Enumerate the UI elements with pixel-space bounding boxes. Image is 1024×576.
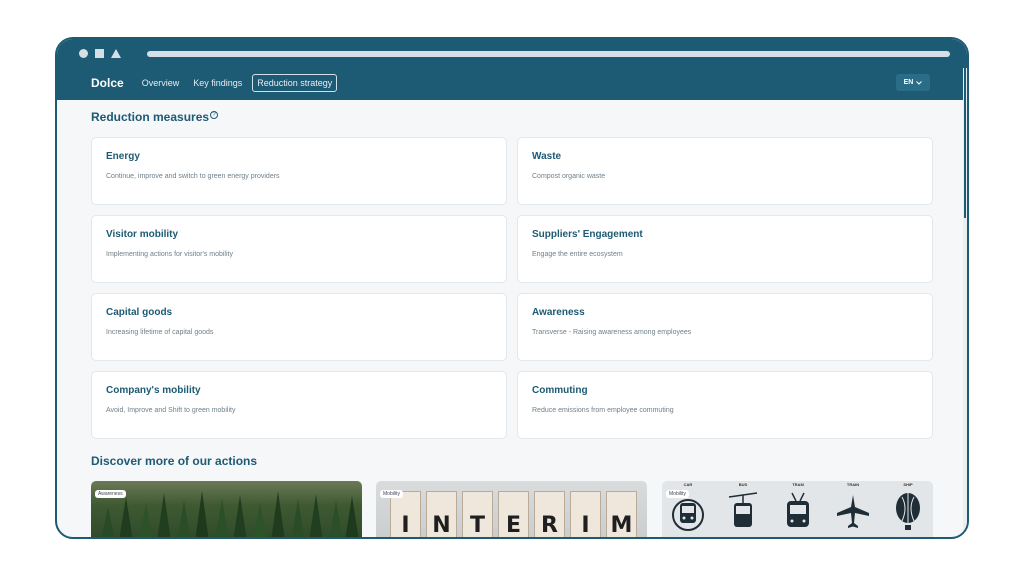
card-title: Awareness	[532, 307, 585, 318]
letter-block: N	[426, 491, 457, 537]
action-tile-forest[interactable]: Awareness	[91, 481, 362, 537]
tile-badge: Mobility	[380, 490, 403, 498]
card-description: Continue, improve and switch to green en…	[106, 173, 280, 180]
measures-grid: Energy Continue, improve and switch to gr…	[91, 137, 933, 439]
reduction-title-wrap: Reduction measures?	[91, 110, 219, 124]
card-description: Increasing lifetime of capital goods	[106, 329, 214, 336]
measure-card-energy[interactable]: Energy Continue, improve and switch to gr…	[91, 137, 507, 205]
card-title: Waste	[532, 151, 562, 162]
nav-key-findings[interactable]: Key findings	[193, 78, 242, 88]
action-tile-interim[interactable]: Mobility I N T E R I M	[376, 481, 647, 537]
cable-car-icon	[728, 492, 758, 527]
card-title: Visitor mobility	[106, 229, 179, 240]
measure-card-awareness[interactable]: Awareness Transverse - Raising awareness …	[517, 293, 933, 361]
letter-block: E	[498, 491, 529, 537]
mode-label: SHIP	[903, 482, 913, 487]
measure-card-visitor-mobility[interactable]: Visitor mobility Implementing actions for…	[91, 215, 507, 283]
card-description: Implementing actions for visitor's mobil…	[106, 251, 233, 258]
mode-label: TRAIN	[846, 482, 860, 487]
tile-badge: Awareness	[95, 490, 126, 498]
card-title: Commuting	[532, 385, 588, 396]
card-title: Company's mobility	[106, 385, 201, 396]
measure-card-capital-goods[interactable]: Capital goods Increasing lifetime of capi…	[91, 293, 507, 361]
language-label: EN	[903, 79, 914, 86]
card-description: Reduce emissions from employee commuting	[532, 407, 674, 414]
nav-overview[interactable]: Overview	[142, 78, 180, 88]
square-icon	[95, 49, 104, 58]
card-title: Suppliers' Engagement	[532, 229, 643, 240]
airplane-icon	[837, 495, 869, 528]
mode-label: BUS	[738, 482, 748, 487]
letter-block: M	[606, 491, 637, 537]
action-tiles: Awareness Mobility I N T E R I M Mobilit…	[91, 481, 933, 537]
tram-icon	[787, 492, 809, 527]
language-selector[interactable]: EN	[896, 74, 930, 91]
mode-label: CAR	[683, 482, 693, 487]
tile-badge: Mobility	[666, 490, 689, 498]
card-description: Avoid, Improve and Shift to green mobili…	[106, 407, 236, 414]
card-description: Transverse - Raising awareness among emp…	[532, 329, 692, 336]
circle-icon	[79, 49, 88, 58]
measure-card-waste[interactable]: Waste Compost organic waste	[517, 137, 933, 205]
action-tile-transport[interactable]: Mobility CAR BUS TRAM TRAIN SHIP	[662, 481, 933, 537]
triangle-icon	[111, 49, 121, 58]
card-description: Compost organic waste	[532, 173, 606, 180]
card-title: Energy	[106, 151, 140, 162]
app-window: Dolce Overview Key findings Reduction st…	[55, 37, 969, 539]
measure-card-company-mobility[interactable]: Company's mobility Avoid, Improve and Shi…	[91, 371, 507, 439]
chevron-down-icon	[916, 80, 923, 85]
brand-logo[interactable]: Dolce	[91, 76, 124, 90]
letter-block: I	[570, 491, 601, 537]
letter-block: R	[534, 491, 565, 537]
section-title-reduction: Reduction measures	[91, 110, 210, 124]
address-bar[interactable]	[147, 51, 950, 57]
help-icon[interactable]: ?	[210, 111, 219, 119]
main-nav: Dolce Overview Key findings Reduction st…	[91, 73, 351, 93]
measure-card-suppliers-engagement[interactable]: Suppliers' Engagement Engage the entire e…	[517, 215, 933, 283]
card-title: Capital goods	[106, 307, 173, 318]
main-content: Reduction measures? Energy Continue, impr…	[57, 100, 967, 537]
hot-air-balloon-icon	[896, 493, 920, 530]
letter-block: I	[390, 491, 421, 537]
top-bar: Dolce Overview Key findings Reduction st…	[57, 39, 967, 100]
window-controls	[79, 49, 121, 58]
nav-reduction-strategy[interactable]: Reduction strategy	[252, 74, 338, 92]
section-title-discover: Discover more of our actions	[91, 454, 258, 468]
measure-card-commuting[interactable]: Commuting Reduce emissions from employee …	[517, 371, 933, 439]
letter-block: T	[462, 491, 493, 537]
mode-label: TRAM	[792, 482, 804, 487]
card-description: Engage the entire ecosystem	[532, 251, 623, 258]
